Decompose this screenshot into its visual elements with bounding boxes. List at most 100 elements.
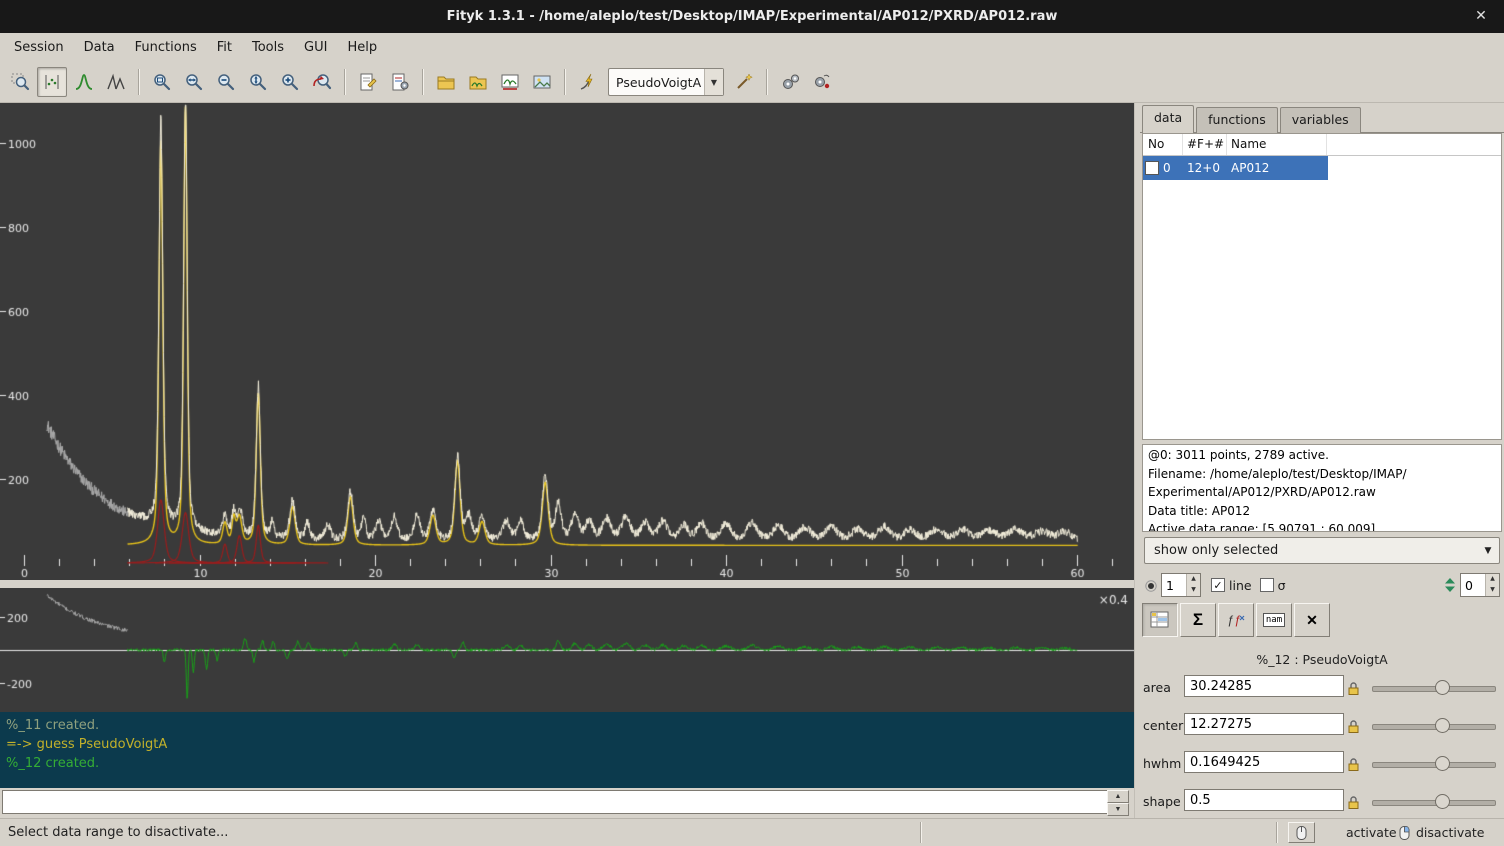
lock-area-button[interactable] (1344, 679, 1363, 697)
zoom-in-button[interactable] (275, 67, 305, 97)
input-history-down-button[interactable]: ▼ (1107, 803, 1129, 816)
function-type-combo[interactable]: PseudoVoigtA ▼ (608, 68, 724, 96)
open-file-button[interactable] (431, 67, 461, 97)
close-x-icon: ✕ (1306, 612, 1318, 629)
main-plot[interactable] (0, 103, 1134, 580)
add-sharp-peak-mode-button[interactable] (101, 67, 131, 97)
point-size-value[interactable] (1162, 574, 1186, 596)
open-session-button[interactable] (463, 67, 493, 97)
param-hwhm-input[interactable] (1184, 751, 1344, 773)
param-area-input[interactable] (1184, 675, 1344, 697)
zoom-previous-button[interactable] (307, 67, 337, 97)
fit-vertically-icon[interactable] (1444, 577, 1456, 593)
table-grid-icon (1150, 611, 1170, 629)
slider-thumb[interactable] (1435, 718, 1450, 733)
fit-options-button[interactable] (807, 67, 837, 97)
mouse-right-icon (1398, 825, 1411, 841)
gui-config-button[interactable] (385, 67, 415, 97)
dataset-row[interactable]: 0 12+0 AP012 (1143, 156, 1328, 180)
zoom-mode-button[interactable] (5, 67, 35, 97)
gears-icon (780, 72, 800, 92)
data-range-mode-button[interactable] (37, 67, 67, 97)
toolbar-separator (422, 69, 424, 95)
delete-button[interactable]: ✕ (1294, 603, 1330, 637)
dataset-name: AP012 (1227, 156, 1327, 180)
show-names-toggle-button[interactable]: nam (1256, 603, 1292, 637)
param-shape-input[interactable] (1184, 789, 1344, 811)
slider-thumb[interactable] (1435, 680, 1450, 695)
param-area-slider[interactable] (1372, 673, 1494, 703)
disactivate-hint-label: disactivate (1416, 819, 1484, 846)
menu-tools[interactable]: Tools (242, 36, 294, 59)
zoom-all-icon (152, 72, 172, 92)
sigma-checkbox[interactable] (1260, 578, 1274, 592)
line-checkbox[interactable]: ✓ (1211, 578, 1225, 592)
export-image-button[interactable] (527, 67, 557, 97)
console-line: %_12 created. (6, 754, 1134, 773)
param-row-center: center (1140, 711, 1504, 741)
menu-data[interactable]: Data (74, 36, 125, 59)
column-header-name: Name (1227, 134, 1327, 155)
add-peak-mode-button[interactable] (69, 67, 99, 97)
command-input[interactable] (2, 790, 1108, 814)
title-bar: Fityk 1.3.1 - /home/aleplo/test/Desktop/… (0, 0, 1504, 33)
param-shape-slider[interactable] (1372, 787, 1494, 817)
zoom-out-button[interactable] (211, 67, 241, 97)
menu-gui[interactable]: GUI (294, 36, 337, 59)
menu-help[interactable]: Help (337, 36, 387, 59)
menu-session[interactable]: Session (4, 36, 74, 59)
guess-peak-button[interactable] (729, 67, 759, 97)
show-sum-toggle-button[interactable]: Σ (1180, 603, 1216, 637)
spin-up-icon[interactable]: ▲ (1187, 574, 1200, 585)
close-icon[interactable]: ✕ (1468, 0, 1494, 33)
menu-functions[interactable]: Functions (125, 36, 207, 59)
zoom-vertical-button[interactable] (243, 67, 273, 97)
param-center-input[interactable] (1184, 713, 1344, 735)
data-grid-toggle-button[interactable] (1142, 603, 1178, 637)
aux-plot[interactable] (0, 588, 1134, 712)
mouse-mode-button[interactable] (1288, 822, 1315, 843)
spin-down-icon[interactable]: ▼ (1187, 585, 1200, 596)
spin-down-icon[interactable]: ▼ (1486, 585, 1499, 596)
plot-splitter[interactable] (0, 580, 1134, 588)
window-title: Fityk 1.3.1 - /home/aleplo/test/Desktop/… (447, 9, 1058, 24)
dataset-checkbox[interactable] (1145, 161, 1159, 175)
input-history-up-button[interactable]: ▲ (1107, 790, 1129, 803)
param-hwhm-slider[interactable] (1372, 749, 1494, 779)
param-center-slider[interactable] (1372, 711, 1494, 741)
shift-value[interactable] (1461, 574, 1485, 596)
lock-center-button[interactable] (1344, 717, 1363, 735)
slider-thumb[interactable] (1435, 756, 1450, 771)
console-line: %_11 created. (6, 716, 1134, 735)
show-log-button[interactable] (353, 67, 383, 97)
data-filter-dropdown[interactable]: show only selected ▼ (1144, 537, 1500, 564)
tab-functions[interactable]: functions (1196, 107, 1278, 134)
chevron-down-icon: ▼ (704, 69, 723, 95)
zoom-all-button[interactable] (147, 67, 177, 97)
shift-spinner[interactable]: ▲▼ (1460, 573, 1500, 597)
point-size-spinner[interactable]: ▲▼ (1161, 573, 1201, 597)
define-function-button[interactable] (573, 67, 603, 97)
chevron-down-icon: ▼ (1477, 546, 1499, 556)
mouse-icon (1295, 825, 1308, 841)
slider-track (1372, 724, 1496, 730)
save-session-button[interactable] (495, 67, 525, 97)
status-bar: Select data range to disactivate... acti… (0, 818, 1504, 846)
tab-data[interactable]: data (1142, 105, 1194, 134)
magic-wand-icon (734, 72, 754, 92)
spin-up-icon[interactable]: ▲ (1486, 574, 1499, 585)
info-line: Active data range: [5.90791 ; 60.009] (1148, 520, 1496, 532)
param-row-shape: shape (1140, 787, 1504, 817)
run-fit-button[interactable] (775, 67, 805, 97)
tab-variables[interactable]: variables (1280, 107, 1361, 134)
lock-shape-button[interactable] (1344, 793, 1363, 811)
menu-fit[interactable]: Fit (207, 36, 242, 59)
info-line: @0: 3011 points, 2789 active. (1148, 446, 1496, 465)
log-page-icon (358, 72, 378, 92)
lock-hwhm-button[interactable] (1344, 755, 1363, 773)
show-functions-toggle-button[interactable]: ƒƒ (1218, 603, 1254, 637)
status-message: Select data range to disactivate... (8, 819, 228, 846)
zoom-previous-icon (312, 72, 332, 92)
slider-thumb[interactable] (1435, 794, 1450, 809)
zoom-horizontal-button[interactable] (179, 67, 209, 97)
